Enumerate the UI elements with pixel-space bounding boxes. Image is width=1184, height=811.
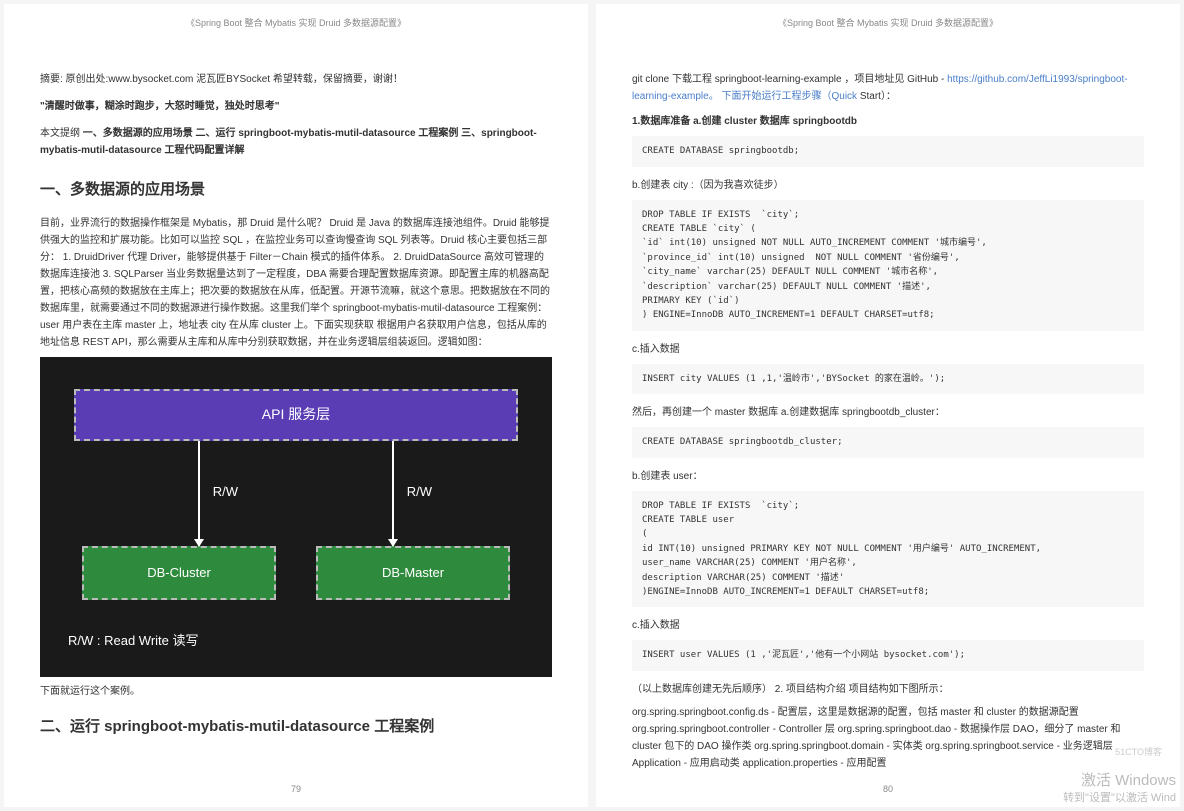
step1: 1.数据库准备 a.创建 cluster 数据库 springbootdb [632,113,1144,130]
diagram-legend: R/W : Read Write 读写 [68,630,530,652]
page-right: 《Spring Boot 整合 Mybatis 实现 Druid 多数据源配置》… [596,4,1180,807]
api-layer-box: API 服务层 [74,389,518,441]
gitclone-line: git clone 下载工程 springboot-learning-examp… [632,71,1144,105]
rw-label-left: R/W [213,481,238,503]
page-header-right: 《Spring Boot 整合 Mybatis 实现 Druid 多数据源配置》 [632,16,1144,31]
arrows-row: R/W R/W [102,441,490,546]
gitclone-text-c: Start）： [860,91,896,102]
db-cluster-box: DB-Cluster [82,546,276,600]
then-line: 然后，再创建一个 master 数据库 a.创建数据库 springbootdb… [632,404,1144,421]
gitclone-text-a: git clone 下载工程 springboot-learning-examp… [632,74,947,85]
diagram-caption: 下面就运行这个案例。 [40,683,552,700]
code-user-table: DROP TABLE IF EXISTS `city`; CREATE TABL… [632,491,1144,608]
code-city-table: DROP TABLE IF EXISTS `city`; CREATE TABL… [632,200,1144,331]
code-user-insert: INSERT user VALUES (1 ,'泥瓦匠','他有一个小网站 by… [632,640,1144,670]
architecture-diagram: API 服务层 R/W R/W DB-Cluster DB-Master R/W… [40,357,552,677]
page-number-left: 79 [4,782,588,797]
outline: 本文提纲 一、多数据源的应用场景 二、运行 springboot-mybatis… [40,125,552,159]
section2-heading: 二、运行 springboot-mybatis-mutil-datasource… [40,714,552,740]
watermark-line1: 激活 Windows [1063,771,1176,791]
arrow-left: R/W [198,441,200,546]
rw-label-right: R/W [407,481,432,503]
page-header-left: 《Spring Boot 整合 Mybatis 实现 Druid 多数据源配置》 [40,16,552,31]
page-left: 《Spring Boot 整合 Mybatis 实现 Druid 多数据源配置》… [4,4,588,807]
abstract: 摘要: 原创出处:www.bysocket.com 泥瓦匠BYSocket 希望… [40,71,552,88]
quote: "清醒时做事，糊涂时跑步，大怒时睡觉，独处时思考" [40,98,552,115]
db-row: DB-Cluster DB-Master [82,546,510,600]
cto-watermark: 51CTO博客 [1115,745,1162,760]
watermark-line2: 转到"设置"以激活 Wind [1063,791,1176,805]
outline-prefix: 本文提纲 [40,128,83,139]
proj-intro-lead: （以上数据库创建无先后顺序） 2. 项目结构介绍 项目结构如下图所示： [632,684,949,695]
section1-heading: 一、多数据源的应用场景 [40,177,552,203]
code-city-insert: INSERT city VALUES (1 ,1,'温岭市','BYSocket… [632,364,1144,394]
step1-bold: 1.数据库准备 a.创建 cluster 数据库 springbootdb [632,116,857,127]
code-create-db: CREATE DATABASE springbootdb; [632,136,1144,166]
code-clusterdb: CREATE DATABASE springbootdb_cluster; [632,427,1144,457]
section1-body: 目前，业界流行的数据操作框架是 Mybatis，那 Druid 是什么呢？ Dr… [40,215,552,351]
arrow-right: R/W [392,441,394,546]
step-b: b.创建表 city :（因为我喜欢徒步） [632,177,1144,194]
proj-structure: org.spring.springboot.config.ds - 配置层，这里… [632,704,1144,772]
quickstart-link: 。 下面开始运行工程步骤（Quick [709,91,860,102]
windows-activation-watermark: 激活 Windows 转到"设置"以激活 Wind [1063,771,1176,805]
step-c2: c.插入数据 [632,617,1144,634]
step-c: c.插入数据 [632,341,1144,358]
outline-bold: 一、多数据源的应用场景 二、运行 springboot-mybatis-muti… [40,128,537,156]
step-b2: b.创建表 user： [632,468,1144,485]
proj-intro: （以上数据库创建无先后顺序） 2. 项目结构介绍 项目结构如下图所示： [632,681,1144,698]
document-spread: 《Spring Boot 整合 Mybatis 实现 Druid 多数据源配置》… [0,0,1184,811]
db-master-box: DB-Master [316,546,510,600]
